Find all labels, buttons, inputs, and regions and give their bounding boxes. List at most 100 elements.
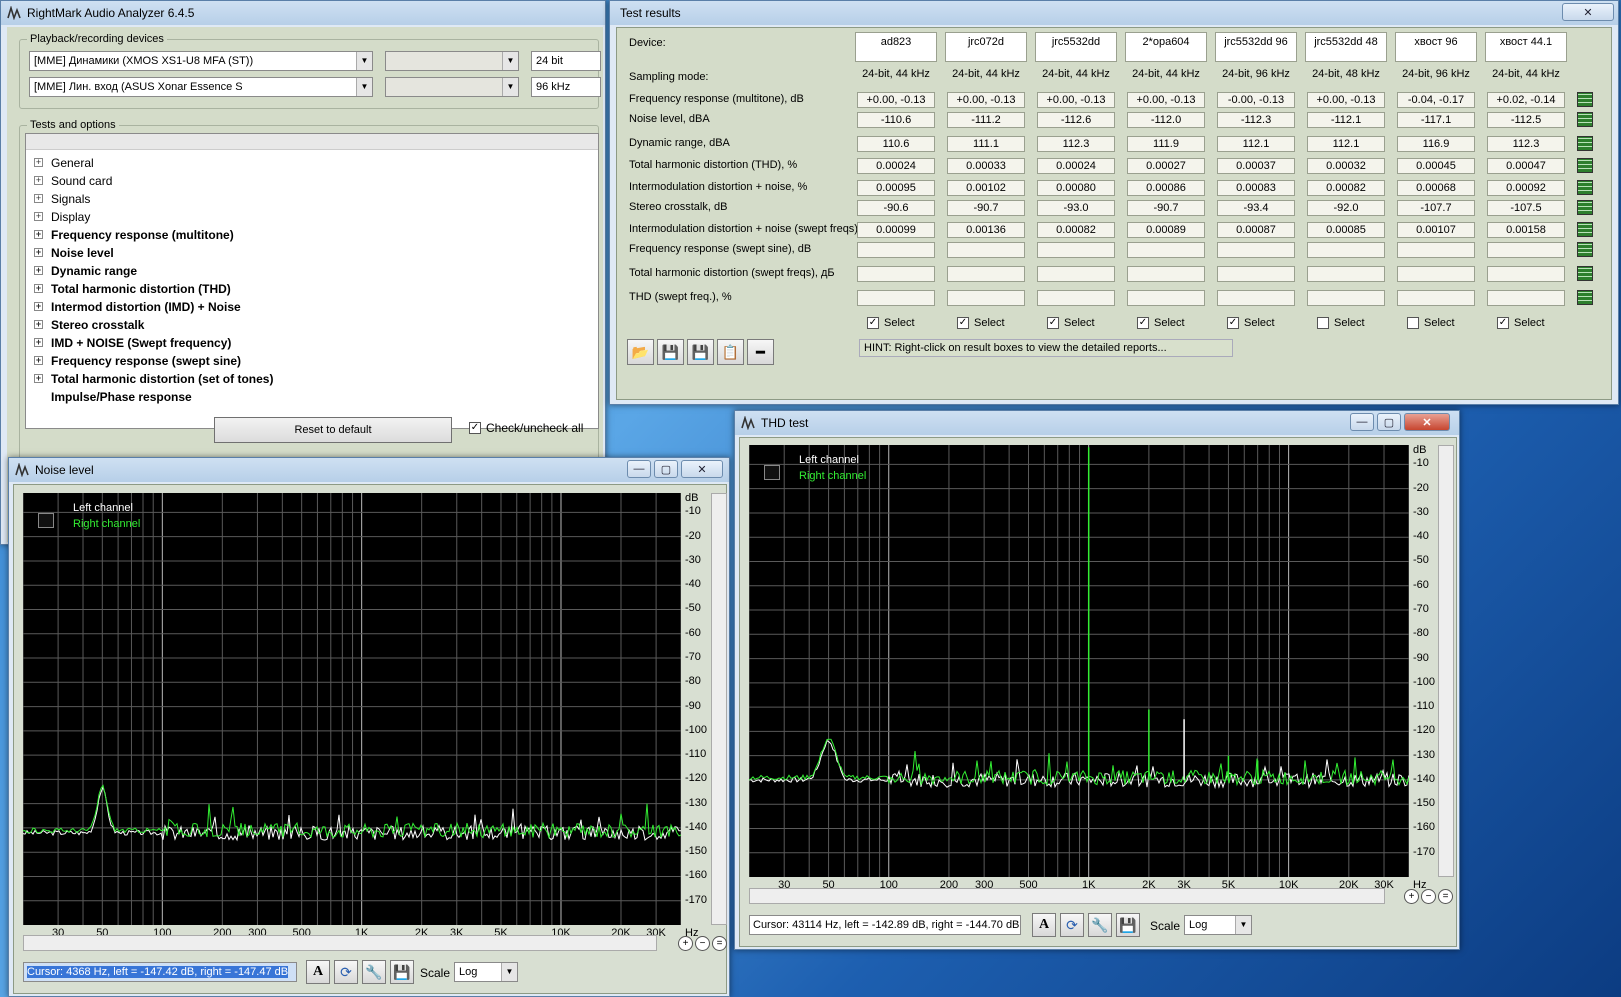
result-cell[interactable] [1127, 266, 1205, 282]
thd-plot[interactable]: Left channel Right channel [749, 445, 1409, 877]
result-cell[interactable]: 112.1 [1307, 136, 1385, 152]
thd-vscroll[interactable] [1438, 445, 1454, 877]
expand-icon[interactable]: + [34, 176, 43, 185]
zoom-in-icon[interactable]: + [678, 936, 693, 951]
thd-minimize-button[interactable]: — [1350, 413, 1374, 431]
playback-device-select[interactable]: [MME] Динамики (XMOS XS1-U8 MFA (ST)) ▼ [29, 51, 373, 71]
graph-icon[interactable] [1577, 266, 1593, 281]
tree-item[interactable]: + Dynamic range [34, 262, 137, 279]
select-checkbox[interactable]: ✓ Select [1137, 317, 1185, 329]
zoom-out-icon[interactable]: − [1421, 889, 1436, 904]
font-button[interactable]: A [306, 960, 330, 984]
reset-default-button[interactable]: Reset to default [214, 417, 452, 443]
result-cell[interactable]: 0.00024 [1037, 158, 1115, 174]
result-cell[interactable]: -117.1 [1397, 112, 1475, 128]
result-cell[interactable] [857, 290, 935, 306]
device-name-field[interactable]: jrc5532dd [1035, 32, 1117, 62]
expand-icon[interactable]: + [34, 302, 43, 311]
scale-select[interactable]: Log ▼ [1184, 915, 1252, 935]
result-cell[interactable]: -107.5 [1487, 200, 1565, 216]
result-cell[interactable] [1487, 290, 1565, 306]
result-cell[interactable]: -107.7 [1397, 200, 1475, 216]
result-cell[interactable] [857, 266, 935, 282]
result-cell[interactable] [1217, 242, 1295, 258]
settings-button[interactable]: 🔧 [362, 960, 386, 984]
result-cell[interactable]: -92.0 [1307, 200, 1385, 216]
tree-item[interactable]: + Intermod distortion (IMD) + Noise [34, 298, 241, 315]
result-cell[interactable]: +0.00, -0.13 [1037, 92, 1115, 108]
graph-icon[interactable] [1577, 136, 1593, 151]
result-cell[interactable]: -0.04, -0.17 [1397, 92, 1475, 108]
tree-item[interactable]: + Stereo crosstalk [34, 316, 144, 333]
save-as-results-button[interactable]: 💾 [687, 339, 714, 365]
result-cell[interactable]: 0.00047 [1487, 158, 1565, 174]
result-cell[interactable]: 111.1 [947, 136, 1025, 152]
bit-depth-select[interactable]: 24 bit [531, 51, 601, 71]
graph-icon[interactable] [1577, 112, 1593, 127]
record-channel-select[interactable]: ▼ [385, 77, 519, 97]
save-graph-button[interactable]: 💾 [1116, 913, 1140, 937]
select-checkbox[interactable]: ✓ Select [1497, 317, 1545, 329]
result-cell[interactable] [947, 290, 1025, 306]
tree-item[interactable]: + Signals [34, 190, 90, 207]
graph-icon[interactable] [1577, 180, 1593, 195]
copy-results-button[interactable]: 📋 [717, 339, 744, 365]
result-cell[interactable]: 0.00158 [1487, 222, 1565, 238]
device-name-field[interactable]: 2*opa604 [1125, 32, 1207, 62]
noise-vscroll[interactable] [711, 493, 727, 925]
result-cell[interactable]: 0.00102 [947, 180, 1025, 196]
main-titlebar[interactable]: RightMark Audio Analyzer 6.4.5 [1, 1, 605, 25]
result-cell[interactable] [1307, 266, 1385, 282]
noise-titlebar[interactable]: Noise level [9, 458, 729, 482]
device-name-field[interactable]: хвост 44.1 [1485, 32, 1567, 62]
result-cell[interactable]: 0.00107 [1397, 222, 1475, 238]
select-checkbox[interactable]: ✓ Select [1227, 317, 1275, 329]
font-button[interactable]: A [1032, 913, 1056, 937]
result-cell[interactable]: 0.00033 [947, 158, 1025, 174]
result-cell[interactable]: 0.00027 [1127, 158, 1205, 174]
result-cell[interactable]: +0.00, -0.13 [1127, 92, 1205, 108]
open-results-button[interactable]: 📂 [627, 339, 654, 365]
refresh-button[interactable]: ⟳ [334, 960, 358, 984]
result-cell[interactable] [947, 266, 1025, 282]
result-cell[interactable]: +0.00, -0.13 [857, 92, 935, 108]
result-cell[interactable]: 112.3 [1487, 136, 1565, 152]
result-cell[interactable]: -112.3 [1217, 112, 1295, 128]
tree-item[interactable]: + Sound card [34, 172, 112, 189]
result-cell[interactable] [857, 242, 935, 258]
result-cell[interactable]: -112.0 [1127, 112, 1205, 128]
result-cell[interactable]: 112.1 [1217, 136, 1295, 152]
result-cell[interactable]: 0.00087 [1217, 222, 1295, 238]
noise-maximize-button[interactable]: ▢ [654, 460, 678, 478]
zoom-reset-icon[interactable]: = [712, 936, 727, 951]
tree-item[interactable]: + Noise level [34, 244, 114, 261]
result-cell[interactable]: -93.4 [1217, 200, 1295, 216]
graph-icon[interactable] [1577, 200, 1593, 215]
result-cell[interactable] [1127, 290, 1205, 306]
result-cell[interactable]: -112.5 [1487, 112, 1565, 128]
device-name-field[interactable]: хвост 96 [1395, 32, 1477, 62]
grid-icon[interactable] [764, 465, 780, 480]
result-cell[interactable]: -112.1 [1307, 112, 1385, 128]
result-cell[interactable]: 116.9 [1397, 136, 1475, 152]
noise-hscroll[interactable] [23, 935, 657, 951]
thd-maximize-button[interactable]: ▢ [1377, 413, 1401, 431]
result-cell[interactable]: +0.00, -0.13 [947, 92, 1025, 108]
result-cell[interactable]: 0.00083 [1217, 180, 1295, 196]
graph-icon[interactable] [1577, 158, 1593, 173]
result-cell[interactable]: -93.0 [1037, 200, 1115, 216]
check-all-toggle[interactable]: ✓ Check/uncheck all [469, 421, 583, 435]
result-cell[interactable]: 0.00068 [1397, 180, 1475, 196]
result-cell[interactable]: 0.00082 [1307, 180, 1385, 196]
select-checkbox[interactable]: Select [1407, 317, 1455, 329]
select-checkbox[interactable]: ✓ Select [957, 317, 1005, 329]
result-cell[interactable]: 0.00095 [857, 180, 935, 196]
result-cell[interactable] [1307, 290, 1385, 306]
result-cell[interactable]: -0.00, -0.13 [1217, 92, 1295, 108]
select-checkbox[interactable]: ✓ Select [867, 317, 915, 329]
result-cell[interactable]: 0.00099 [857, 222, 935, 238]
scale-select[interactable]: Log ▼ [454, 962, 518, 982]
expand-icon[interactable]: + [34, 248, 43, 257]
result-cell[interactable]: 0.00032 [1307, 158, 1385, 174]
expand-icon[interactable]: + [34, 320, 43, 329]
